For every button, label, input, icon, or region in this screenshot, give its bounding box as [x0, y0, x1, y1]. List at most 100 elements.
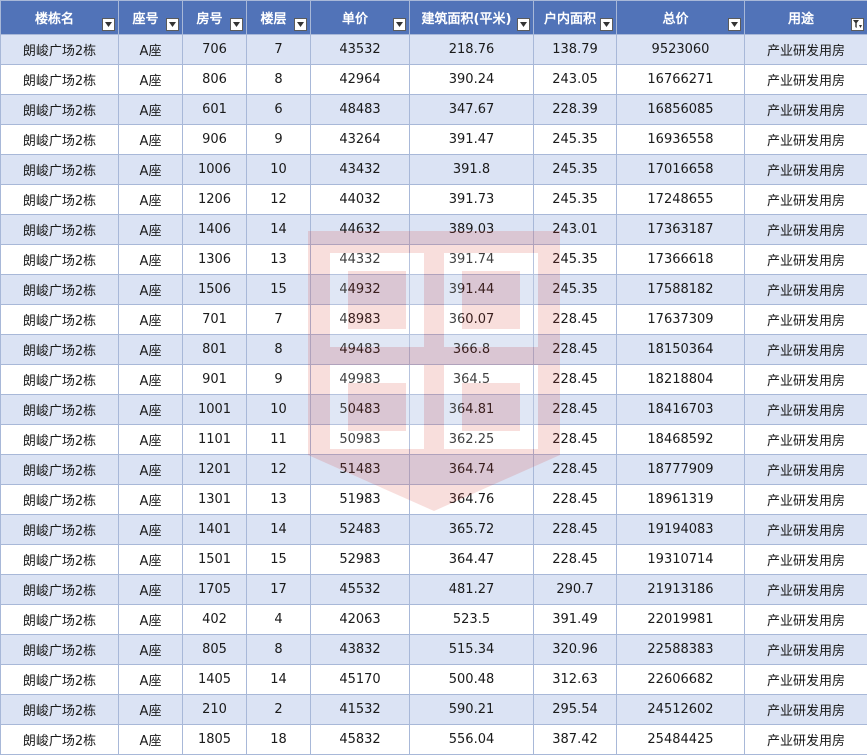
- table-cell[interactable]: A座: [119, 305, 183, 335]
- table-cell[interactable]: 390.24: [410, 65, 534, 95]
- table-cell[interactable]: 朗峻广场2栋: [1, 275, 119, 305]
- table-cell[interactable]: 12: [247, 185, 311, 215]
- table-cell[interactable]: 21913186: [617, 575, 745, 605]
- table-cell[interactable]: A座: [119, 395, 183, 425]
- table-cell[interactable]: 42964: [311, 65, 410, 95]
- table-cell[interactable]: 1201: [183, 455, 247, 485]
- table-cell[interactable]: 朗峻广场2栋: [1, 365, 119, 395]
- table-cell[interactable]: 228.45: [534, 395, 617, 425]
- table-cell[interactable]: 556.04: [410, 725, 534, 755]
- table-cell[interactable]: 391.8: [410, 155, 534, 185]
- table-cell[interactable]: 19194083: [617, 515, 745, 545]
- table-cell[interactable]: 590.21: [410, 695, 534, 725]
- table-cell[interactable]: 17: [247, 575, 311, 605]
- filter-dropdown-icon[interactable]: [230, 18, 243, 31]
- table-cell[interactable]: 245.35: [534, 155, 617, 185]
- table-cell[interactable]: 24512602: [617, 695, 745, 725]
- table-cell[interactable]: 44632: [311, 215, 410, 245]
- table-cell[interactable]: 朗峻广场2栋: [1, 95, 119, 125]
- table-cell[interactable]: 产业研发用房: [745, 575, 867, 605]
- table-cell[interactable]: 228.45: [534, 515, 617, 545]
- table-cell[interactable]: 产业研发用房: [745, 695, 867, 725]
- table-cell[interactable]: 364.47: [410, 545, 534, 575]
- table-cell[interactable]: 2: [247, 695, 311, 725]
- table-cell[interactable]: 产业研发用房: [745, 35, 867, 65]
- table-cell[interactable]: 产业研发用房: [745, 155, 867, 185]
- table-cell[interactable]: 19310714: [617, 545, 745, 575]
- filter-active-icon[interactable]: [851, 18, 864, 31]
- table-cell[interactable]: 9: [247, 365, 311, 395]
- table-cell[interactable]: 45532: [311, 575, 410, 605]
- table-cell[interactable]: 43432: [311, 155, 410, 185]
- table-cell[interactable]: 10: [247, 395, 311, 425]
- table-cell[interactable]: 18468592: [617, 425, 745, 455]
- table-cell[interactable]: A座: [119, 725, 183, 755]
- table-cell[interactable]: A座: [119, 215, 183, 245]
- table-cell[interactable]: 243.05: [534, 65, 617, 95]
- table-cell[interactable]: 320.96: [534, 635, 617, 665]
- table-cell[interactable]: 8: [247, 335, 311, 365]
- table-cell[interactable]: 9523060: [617, 35, 745, 65]
- table-cell[interactable]: 243.01: [534, 215, 617, 245]
- table-cell[interactable]: A座: [119, 35, 183, 65]
- table-cell[interactable]: 51483: [311, 455, 410, 485]
- table-cell[interactable]: 50983: [311, 425, 410, 455]
- table-cell[interactable]: 1501: [183, 545, 247, 575]
- table-cell[interactable]: A座: [119, 425, 183, 455]
- table-cell[interactable]: A座: [119, 185, 183, 215]
- table-cell[interactable]: 805: [183, 635, 247, 665]
- table-cell[interactable]: 25484425: [617, 725, 745, 755]
- table-cell[interactable]: 228.39: [534, 95, 617, 125]
- table-cell[interactable]: 7: [247, 35, 311, 65]
- table-cell[interactable]: 43264: [311, 125, 410, 155]
- table-cell[interactable]: 362.25: [410, 425, 534, 455]
- filter-dropdown-icon[interactable]: [294, 18, 307, 31]
- table-cell[interactable]: 产业研发用房: [745, 515, 867, 545]
- table-cell[interactable]: 9: [247, 125, 311, 155]
- table-cell[interactable]: 1405: [183, 665, 247, 695]
- table-cell[interactable]: A座: [119, 515, 183, 545]
- table-cell[interactable]: 366.8: [410, 335, 534, 365]
- table-cell[interactable]: 228.45: [534, 455, 617, 485]
- table-cell[interactable]: 朗峻广场2栋: [1, 725, 119, 755]
- table-cell[interactable]: 312.63: [534, 665, 617, 695]
- table-cell[interactable]: 138.79: [534, 35, 617, 65]
- table-cell[interactable]: 1001: [183, 395, 247, 425]
- table-cell[interactable]: 朗峻广场2栋: [1, 635, 119, 665]
- table-cell[interactable]: 49483: [311, 335, 410, 365]
- table-cell[interactable]: 产业研发用房: [745, 95, 867, 125]
- filter-dropdown-icon[interactable]: [166, 18, 179, 31]
- table-cell[interactable]: 产业研发用房: [745, 725, 867, 755]
- table-cell[interactable]: 6: [247, 95, 311, 125]
- table-cell[interactable]: 295.54: [534, 695, 617, 725]
- table-cell[interactable]: A座: [119, 455, 183, 485]
- table-cell[interactable]: 1705: [183, 575, 247, 605]
- table-cell[interactable]: A座: [119, 125, 183, 155]
- table-cell[interactable]: 391.73: [410, 185, 534, 215]
- table-cell[interactable]: 360.07: [410, 305, 534, 335]
- table-cell[interactable]: 391.47: [410, 125, 534, 155]
- table-cell[interactable]: 产业研发用房: [745, 215, 867, 245]
- table-cell[interactable]: 1306: [183, 245, 247, 275]
- table-cell[interactable]: 4: [247, 605, 311, 635]
- table-cell[interactable]: A座: [119, 335, 183, 365]
- table-cell[interactable]: 391.74: [410, 245, 534, 275]
- table-cell[interactable]: 245.35: [534, 245, 617, 275]
- table-cell[interactable]: 12: [247, 455, 311, 485]
- table-cell[interactable]: 701: [183, 305, 247, 335]
- table-cell[interactable]: 产业研发用房: [745, 545, 867, 575]
- table-cell[interactable]: 228.45: [534, 485, 617, 515]
- table-cell[interactable]: 产业研发用房: [745, 65, 867, 95]
- table-cell[interactable]: 218.76: [410, 35, 534, 65]
- table-cell[interactable]: 14: [247, 215, 311, 245]
- table-cell[interactable]: 17588182: [617, 275, 745, 305]
- table-cell[interactable]: 365.72: [410, 515, 534, 545]
- table-cell[interactable]: 801: [183, 335, 247, 365]
- table-cell[interactable]: A座: [119, 275, 183, 305]
- table-cell[interactable]: A座: [119, 95, 183, 125]
- table-cell[interactable]: 朗峻广场2栋: [1, 215, 119, 245]
- table-cell[interactable]: 18: [247, 725, 311, 755]
- table-cell[interactable]: 产业研发用房: [745, 275, 867, 305]
- table-cell[interactable]: 产业研发用房: [745, 305, 867, 335]
- table-cell[interactable]: 364.5: [410, 365, 534, 395]
